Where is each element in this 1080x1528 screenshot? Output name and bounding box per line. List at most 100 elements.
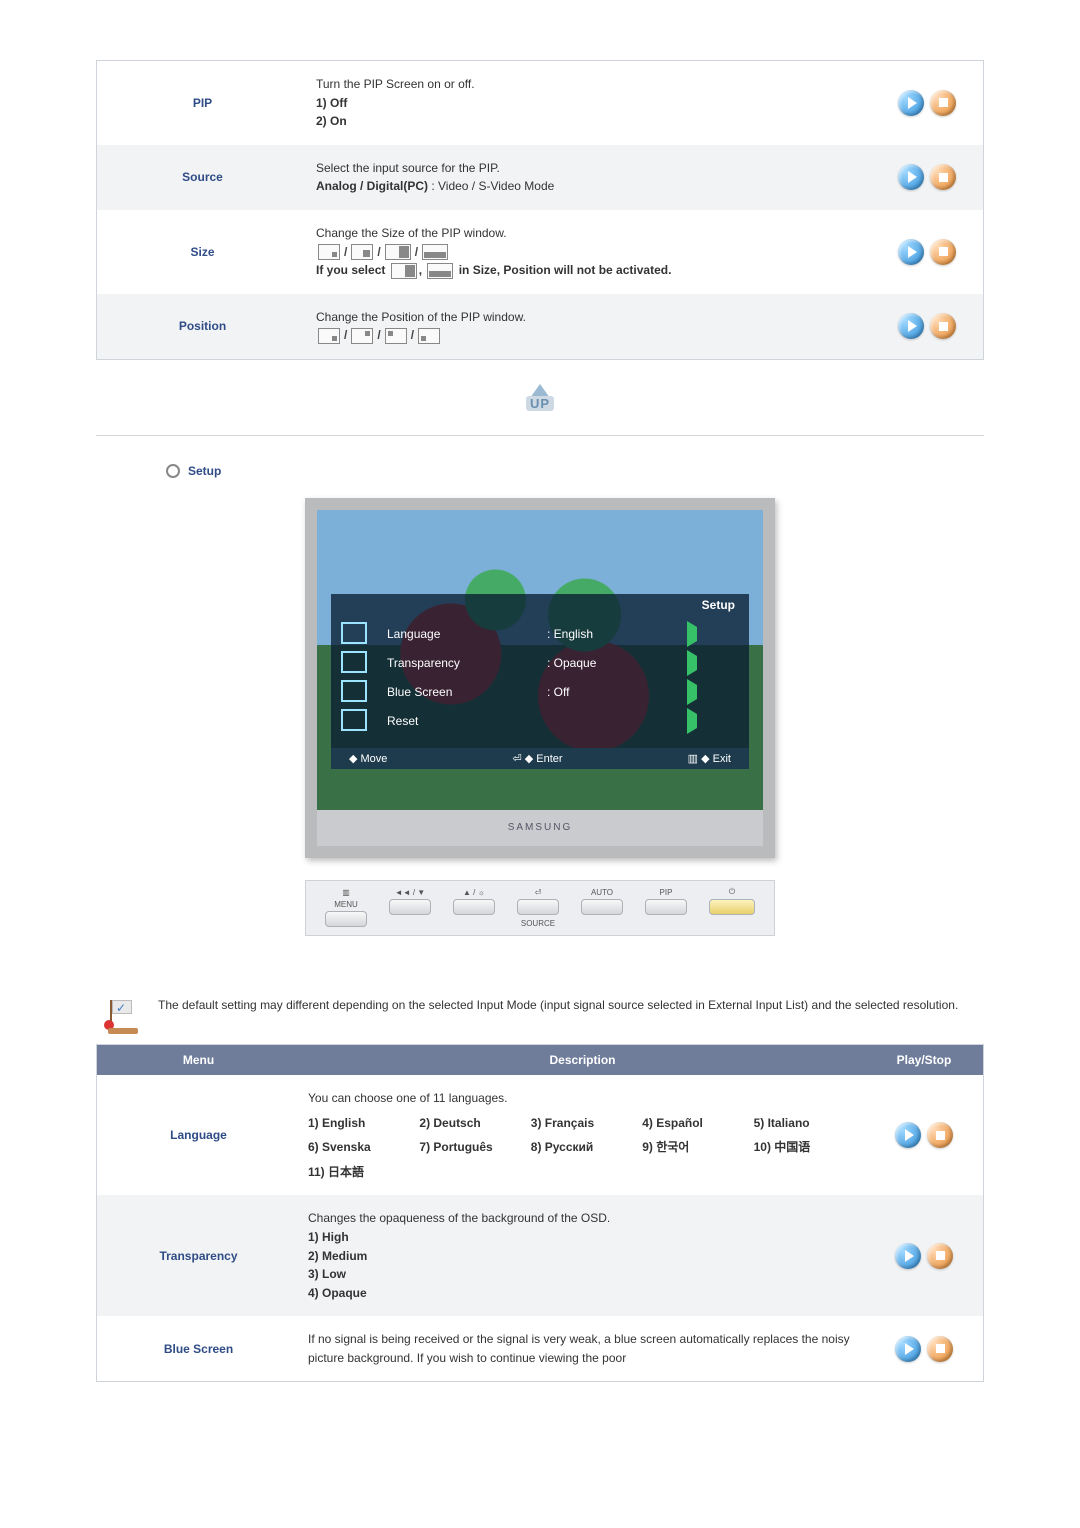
- pip-row-play: [871, 294, 984, 360]
- pip-row-play: [871, 61, 984, 145]
- pip-row-desc: Change the Position of the PIP window.//…: [308, 294, 871, 360]
- osd-item-value: : Opaque: [547, 656, 687, 670]
- cell-bluescreen-name: Blue Screen: [97, 1316, 301, 1382]
- play-icon[interactable]: [895, 1243, 921, 1269]
- play-icon[interactable]: [898, 239, 924, 265]
- pip-row-name: Position: [97, 294, 309, 360]
- transparency-option: 3) Low: [308, 1265, 857, 1284]
- language-option: 6) Svenska: [308, 1138, 411, 1157]
- hardware-button-strip: ▥MENU ◄◄ / ▼ ▲ / ☼ ⏎ SOURCE AUTO PIP ⏻: [305, 880, 775, 936]
- row-language: Language You can choose one of 11 langua…: [97, 1075, 984, 1195]
- pip-row-name: Source: [97, 145, 309, 210]
- cell-transparency-play: [865, 1195, 984, 1316]
- pip-row-play: [871, 210, 984, 294]
- col-menu: Menu: [97, 1044, 301, 1075]
- stop-icon[interactable]: [930, 164, 956, 190]
- transparency-option: 1) High: [308, 1228, 857, 1247]
- hw-enter-button[interactable]: ⏎ SOURCE: [517, 887, 559, 928]
- pip-row-play: [871, 145, 984, 210]
- cell-bluescreen-play: [865, 1316, 984, 1382]
- note-icon: [104, 998, 140, 1034]
- stop-icon[interactable]: [927, 1243, 953, 1269]
- pip-row-name: Size: [97, 210, 309, 294]
- cell-language-play: [865, 1075, 984, 1195]
- col-description: Description: [300, 1044, 865, 1075]
- transparency-option: 2) Medium: [308, 1247, 857, 1266]
- resolution-note: The default setting may different depend…: [104, 996, 984, 1034]
- language-option: 11) 日本語: [308, 1163, 411, 1182]
- play-icon[interactable]: [895, 1336, 921, 1362]
- monitor-brand: SAMSUNG: [317, 810, 763, 846]
- language-option: 8) Русский: [531, 1138, 634, 1157]
- pip-row-desc: Select the input source for the PIP.Anal…: [308, 145, 871, 210]
- osd-hint-move: Move: [349, 752, 387, 765]
- hw-power-button[interactable]: ⏻: [709, 887, 755, 915]
- cell-language-desc: You can choose one of 11 languages. 1) E…: [300, 1075, 865, 1195]
- up-label: UP: [526, 396, 554, 411]
- play-icon[interactable]: [895, 1122, 921, 1148]
- cell-bluescreen-desc: If no signal is being received or the si…: [300, 1316, 865, 1382]
- osd-item-label: Blue Screen: [387, 685, 547, 699]
- language-option: 10) 中国语: [754, 1138, 857, 1157]
- cell-language-name: Language: [97, 1075, 301, 1195]
- osd-hint-exit: ▥ Exit: [688, 752, 731, 765]
- setup-section-title: Setup: [166, 464, 984, 478]
- osd-title: Setup: [331, 594, 749, 616]
- osd-row-icon: [341, 680, 367, 702]
- osd-item-label: Transparency: [387, 656, 547, 670]
- pip-row: PositionChange the Position of the PIP w…: [97, 294, 984, 360]
- hw-pip-button[interactable]: PIP: [645, 887, 687, 915]
- bullet-icon: [166, 464, 180, 478]
- osd-item-value: : Off: [547, 685, 687, 699]
- stop-icon[interactable]: [927, 1122, 953, 1148]
- pip-row: PIPTurn the PIP Screen on or off.1) Off2…: [97, 61, 984, 145]
- language-option: 9) 한국어: [642, 1138, 745, 1157]
- row-transparency: Transparency Changes the opaqueness of t…: [97, 1195, 984, 1316]
- hw-volume-button[interactable]: ◄◄ / ▼: [389, 887, 431, 915]
- triangle-icon: [687, 679, 697, 705]
- osd-row-icon: [341, 651, 367, 673]
- osd-hint-enter: ⏎ Enter: [513, 752, 563, 765]
- stop-icon[interactable]: [927, 1336, 953, 1362]
- language-option: 1) English: [308, 1114, 411, 1133]
- transparency-option: 4) Opaque: [308, 1284, 857, 1303]
- osd-item-label: Reset: [387, 714, 547, 728]
- play-icon[interactable]: [898, 313, 924, 339]
- pip-row-name: PIP: [97, 61, 309, 145]
- language-option: 2) Deutsch: [419, 1114, 522, 1133]
- osd-row-icon: [341, 622, 367, 644]
- hw-auto-button[interactable]: AUTO: [581, 887, 623, 915]
- pip-row: SizeChange the Size of the PIP window.//…: [97, 210, 984, 294]
- osd-preview: Setup Language: English Transparency: Opa…: [305, 498, 775, 936]
- stop-icon[interactable]: [930, 313, 956, 339]
- triangle-icon: [687, 650, 697, 676]
- osd-item-label: Language: [387, 627, 547, 641]
- play-icon[interactable]: [898, 164, 924, 190]
- play-icon[interactable]: [898, 90, 924, 116]
- cell-transparency-desc: Changes the opaqueness of the background…: [300, 1195, 865, 1316]
- cell-transparency-name: Transparency: [97, 1195, 301, 1316]
- row-blue-screen: Blue Screen If no signal is being receiv…: [97, 1316, 984, 1382]
- note-text: The default setting may different depend…: [158, 996, 958, 1015]
- triangle-icon: [687, 708, 697, 734]
- pip-row-desc: Change the Size of the PIP window.///If …: [308, 210, 871, 294]
- setup-heading-text: Setup: [188, 464, 221, 478]
- up-button[interactable]: UP: [526, 384, 554, 411]
- section-divider: [96, 435, 984, 436]
- setup-settings-table: Menu Description Play/Stop Language You …: [96, 1044, 984, 1383]
- language-option: 4) Español: [642, 1114, 745, 1133]
- pip-row: SourceSelect the input source for the PI…: [97, 145, 984, 210]
- language-option: 7) Português: [419, 1138, 522, 1157]
- hw-menu-button[interactable]: ▥MENU: [325, 887, 367, 927]
- col-playstop: Play/Stop: [865, 1044, 984, 1075]
- hw-brightness-button[interactable]: ▲ / ☼: [453, 887, 495, 915]
- osd-item-value: : English: [547, 627, 687, 641]
- language-option: 3) Français: [531, 1114, 634, 1133]
- language-option: 5) Italiano: [754, 1114, 857, 1133]
- pip-settings-table: PIPTurn the PIP Screen on or off.1) Off2…: [96, 60, 984, 360]
- stop-icon[interactable]: [930, 239, 956, 265]
- stop-icon[interactable]: [930, 90, 956, 116]
- triangle-icon: [687, 621, 697, 647]
- pip-row-desc: Turn the PIP Screen on or off.1) Off2) O…: [308, 61, 871, 145]
- osd-row-icon: [341, 709, 367, 731]
